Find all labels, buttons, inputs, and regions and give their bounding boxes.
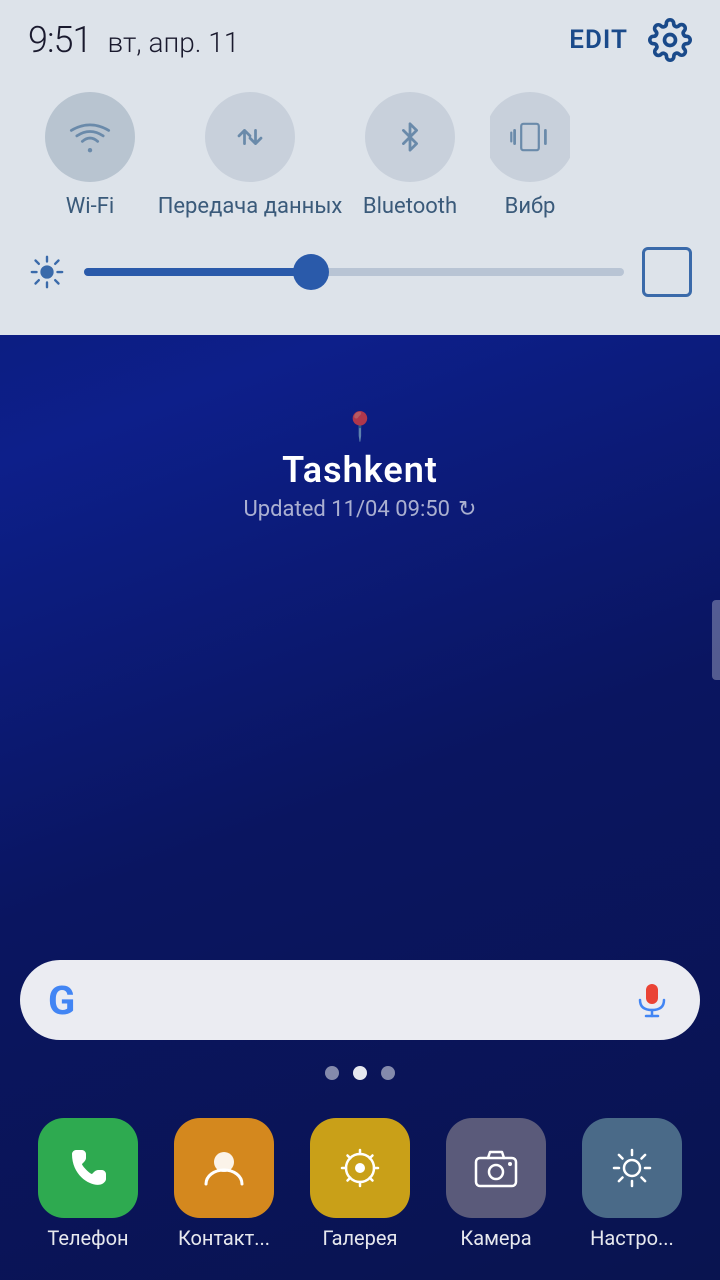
city-name: Tashkent (282, 449, 438, 491)
page-dot-1[interactable] (353, 1066, 367, 1080)
edit-button[interactable]: EDIT (569, 25, 628, 55)
wifi-toggle-button[interactable] (45, 92, 135, 182)
side-handle[interactable] (712, 600, 720, 680)
phone-app-icon (38, 1118, 138, 1218)
wifi-label: Wi-Fi (66, 194, 114, 219)
data-toggle-button[interactable] (205, 92, 295, 182)
gallery-icon-svg (332, 1140, 388, 1196)
gallery-app-icon (310, 1118, 410, 1218)
toggle-data: Передача данных (170, 82, 330, 229)
google-logo: G (48, 977, 75, 1024)
vibro-toggle-button[interactable] (490, 92, 570, 182)
location-pin-icon: 📍 (343, 410, 378, 443)
status-right-actions: EDIT (569, 18, 692, 62)
notification-panel: 9:51 вт, апр. 11 EDIT Wi-Fi (0, 0, 720, 335)
page-dots (0, 1066, 720, 1080)
search-bar-container: G (20, 960, 700, 1040)
phone-icon-svg (60, 1140, 116, 1196)
quick-toggles-row: Wi-Fi Передача данных Bluetooth (0, 72, 720, 229)
status-time: 9:51 (28, 19, 91, 61)
page-dot-2[interactable] (381, 1066, 395, 1080)
settings-icon-svg (604, 1140, 660, 1196)
settings-app-icon (582, 1118, 682, 1218)
data-label: Передача данных (158, 194, 343, 219)
camera-icon-svg (468, 1140, 524, 1196)
reload-icon[interactable]: ↻ (458, 497, 476, 522)
home-content: 📍 Tashkent Updated 11/04 09:50 ↻ (0, 380, 720, 522)
brightness-thumb[interactable] (293, 254, 329, 290)
app-dock: Телефон Контакт... Гал (0, 1108, 720, 1260)
settings-label: Настро... (590, 1226, 674, 1250)
bluetooth-toggle-button[interactable] (365, 92, 455, 182)
wifi-icon (68, 115, 112, 159)
screen-rotation-button[interactable] (642, 247, 692, 297)
camera-label: Камера (460, 1226, 531, 1250)
dock-item-camera[interactable]: Камера (446, 1118, 546, 1250)
brightness-icon (28, 253, 66, 291)
contacts-app-icon (174, 1118, 274, 1218)
status-bar: 9:51 вт, апр. 11 EDIT (0, 0, 720, 72)
toggle-wifi: Wi-Fi (10, 82, 170, 229)
weather-widget: 📍 Tashkent Updated 11/04 09:50 ↻ (244, 410, 477, 522)
data-transfer-icon (228, 115, 272, 159)
google-search-bar[interactable]: G (20, 960, 700, 1040)
settings-gear-icon[interactable] (648, 18, 692, 62)
camera-app-icon (446, 1118, 546, 1218)
phone-label: Телефон (47, 1226, 128, 1250)
vibro-icon (508, 115, 552, 159)
dock-item-contacts[interactable]: Контакт... (174, 1118, 274, 1250)
dock-item-gallery[interactable]: Галерея (310, 1118, 410, 1250)
dock-item-settings[interactable]: Настро... (582, 1118, 682, 1250)
bluetooth-icon (388, 115, 432, 159)
toggle-bluetooth: Bluetooth (330, 82, 490, 229)
brightness-slider[interactable] (84, 268, 624, 276)
gallery-label: Галерея (323, 1226, 398, 1250)
status-date: вт, апр. 11 (107, 26, 239, 59)
toggle-vibro: Вибр (490, 82, 570, 229)
mic-icon[interactable] (632, 980, 672, 1020)
brightness-row (0, 229, 720, 315)
dock-item-phone[interactable]: Телефон (38, 1118, 138, 1250)
contacts-icon-svg (196, 1140, 252, 1196)
bluetooth-label: Bluetooth (363, 194, 457, 219)
contacts-label: Контакт... (178, 1226, 270, 1250)
brightness-fill (84, 268, 311, 276)
search-input[interactable] (91, 960, 616, 1040)
vibro-label: Вибр (490, 194, 570, 219)
weather-updated: Updated 11/04 09:50 ↻ (244, 497, 477, 522)
updated-label: Updated 11/04 09:50 (244, 497, 451, 522)
page-dot-0[interactable] (325, 1066, 339, 1080)
